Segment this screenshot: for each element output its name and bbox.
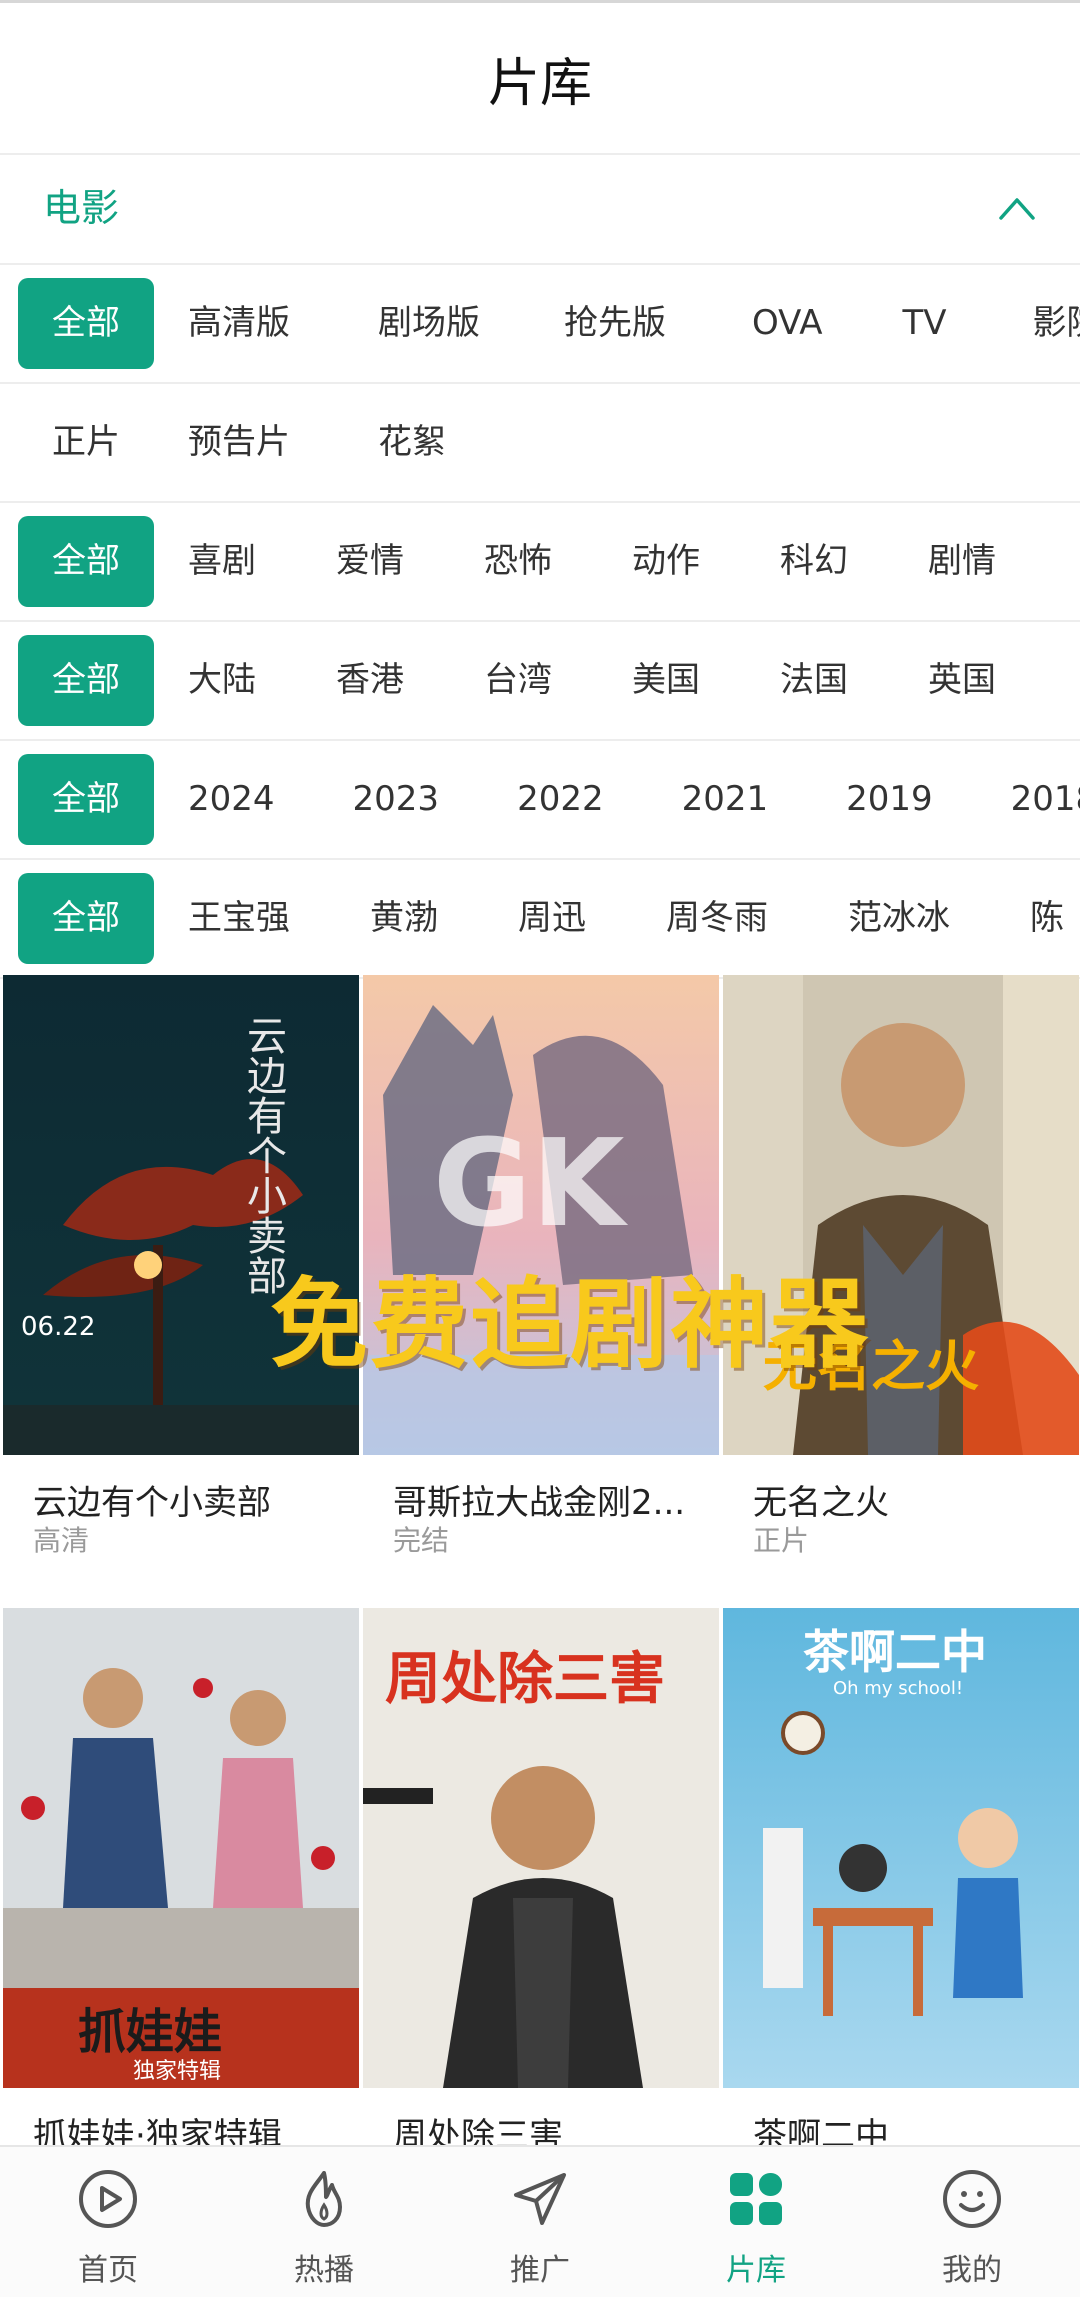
filter-row-genre: 全部 喜剧 爱情 恐怖 动作 科幻 剧情 bbox=[0, 503, 1080, 622]
poster-subtitle-text: 独家特辑 bbox=[133, 2059, 221, 2084]
movie-tag: 高清 bbox=[33, 1524, 90, 1557]
chevron-up-icon[interactable] bbox=[997, 190, 1037, 226]
poster-subtitle-text: Oh my school! bbox=[833, 1678, 963, 1699]
tab-label: 首页 bbox=[78, 2253, 138, 2288]
tab-label: 我的 bbox=[942, 2253, 1002, 2288]
filter-chip[interactable]: 2023 bbox=[319, 754, 474, 845]
poster-title-text: 茶啊二中 bbox=[803, 1625, 987, 1679]
filter-chip[interactable]: 台湾 bbox=[450, 635, 586, 726]
filter-chip[interactable]: 2024 bbox=[154, 754, 309, 845]
filter-chip[interactable]: 2018 bbox=[977, 754, 1080, 845]
filter-chip[interactable]: 剧情 bbox=[894, 516, 1030, 607]
filter-chip[interactable]: 高清版 bbox=[154, 278, 324, 369]
filter-chip[interactable]: 全部 bbox=[18, 635, 154, 726]
filter-chip[interactable]: 2019 bbox=[812, 754, 967, 845]
tab-label: 片库 bbox=[726, 2253, 786, 2288]
filter-chip[interactable]: 恐怖 bbox=[450, 516, 586, 607]
promo-watermark: 免费追剧神器 bbox=[270, 1268, 871, 1382]
filter-chip[interactable]: 花絮 bbox=[344, 397, 480, 488]
tab-home[interactable]: 首页 bbox=[0, 2147, 216, 2297]
filter-chip[interactable]: 科幻 bbox=[746, 516, 882, 607]
filter-chip[interactable]: 预告片 bbox=[154, 397, 324, 488]
filter-chip[interactable]: 美国 bbox=[598, 635, 734, 726]
movie-card[interactable]: 茶啊二中 Oh my school! 茶啊二中 bbox=[723, 1608, 1079, 2156]
tab-hot[interactable]: 热播 bbox=[216, 2147, 432, 2297]
filter-chip[interactable]: 全部 bbox=[18, 873, 154, 964]
movie-title: 哥斯拉大战金刚2... bbox=[393, 1483, 686, 1523]
tab-label: 推广 bbox=[510, 2253, 570, 2288]
bottom-tab-bar: 首页 热播 推广 片库 我的 bbox=[0, 2145, 1080, 2297]
filter-chip[interactable]: 2021 bbox=[648, 754, 803, 845]
movie-tag: 正片 bbox=[753, 1524, 810, 1557]
movie-card[interactable]: 抓娃娃 独家特辑 抓娃娃·独家特辑 bbox=[3, 1608, 359, 2156]
filter-chip[interactable]: 法国 bbox=[746, 635, 882, 726]
movie-poster: 茶啊二中 Oh my school! bbox=[723, 1608, 1079, 2088]
filter-row-actor: 全部 王宝强 黄渤 周迅 周冬雨 范冰冰 陈 bbox=[0, 860, 1080, 979]
category-label: 电影 bbox=[43, 186, 120, 230]
category-selector[interactable]: 电影 bbox=[0, 153, 1080, 265]
filter-chip[interactable]: TV bbox=[869, 278, 981, 369]
poster-title-text: 周处除三害 bbox=[385, 1646, 665, 1712]
filter-row-year: 全部 2024 2023 2022 2021 2019 2018 bbox=[0, 741, 1080, 860]
filter-chip[interactable]: 喜剧 bbox=[154, 516, 290, 607]
filter-chip[interactable]: 2022 bbox=[483, 754, 638, 845]
filter-chip[interactable]: 英国 bbox=[894, 635, 1030, 726]
filter-chip[interactable]: 陈 bbox=[996, 873, 1080, 964]
filter-chip[interactable]: 范冰冰 bbox=[814, 873, 984, 964]
filter-chip[interactable]: 黄渤 bbox=[336, 873, 472, 964]
movie-poster: 周处除三害 bbox=[363, 1608, 719, 2088]
filter-chip[interactable]: 爱情 bbox=[302, 516, 438, 607]
filter-chip[interactable]: 全部 bbox=[18, 754, 154, 845]
poster-title-text: GK bbox=[433, 1115, 628, 1254]
filter-chip[interactable]: 王宝强 bbox=[154, 873, 324, 964]
filter-chip[interactable]: 周冬雨 bbox=[632, 873, 802, 964]
tab-mine[interactable]: 我的 bbox=[864, 2147, 1080, 2297]
movie-tag: 完结 bbox=[393, 1524, 450, 1557]
filter-chip[interactable]: 全部 bbox=[18, 278, 154, 369]
page-title: 片库 bbox=[487, 53, 592, 114]
filter-chip[interactable]: OVA bbox=[718, 278, 857, 369]
page-header: 片库 bbox=[0, 3, 1080, 155]
filter-chip[interactable]: 大陆 bbox=[154, 635, 290, 726]
filter-chip[interactable]: 香港 bbox=[302, 635, 438, 726]
filter-chip[interactable]: 影院 bbox=[999, 278, 1080, 369]
tab-library[interactable]: 片库 bbox=[648, 2147, 864, 2297]
filter-chip[interactable]: 抢先版 bbox=[530, 278, 700, 369]
tab-label: 热播 bbox=[294, 2253, 354, 2288]
poster-title-text: 抓娃娃 bbox=[78, 2004, 222, 2060]
play-circle-icon bbox=[79, 2170, 137, 2228]
filter-chip[interactable]: 剧场版 bbox=[344, 278, 514, 369]
grid-icon bbox=[730, 2173, 782, 2225]
movie-poster: 抓娃娃 独家特辑 bbox=[3, 1608, 359, 2088]
flame-icon bbox=[305, 2171, 342, 2227]
movie-title: 无名之火 bbox=[753, 1483, 889, 1523]
paper-plane-icon bbox=[514, 2173, 566, 2225]
filter-row-version: 全部 高清版 剧场版 抢先版 OVA TV 影院 bbox=[0, 265, 1080, 384]
filter-chip[interactable]: 周迅 bbox=[484, 873, 620, 964]
movie-card[interactable]: 周处除三害 周处除三害 bbox=[363, 1608, 719, 2156]
movie-title: 云边有个小卖部 bbox=[33, 1483, 271, 1523]
tab-promote[interactable]: 推广 bbox=[432, 2147, 648, 2297]
poster-date-text: 06.22 bbox=[21, 1312, 95, 1342]
filter-chip[interactable]: 正片 bbox=[18, 397, 154, 488]
filter-chip[interactable]: 动作 bbox=[598, 516, 734, 607]
filter-row-type: 正片 预告片 花絮 bbox=[0, 384, 1080, 503]
filter-row-region: 全部 大陆 香港 台湾 美国 法国 英国 bbox=[0, 622, 1080, 741]
filter-chip[interactable]: 全部 bbox=[18, 516, 154, 607]
smiley-icon bbox=[943, 2170, 1001, 2228]
